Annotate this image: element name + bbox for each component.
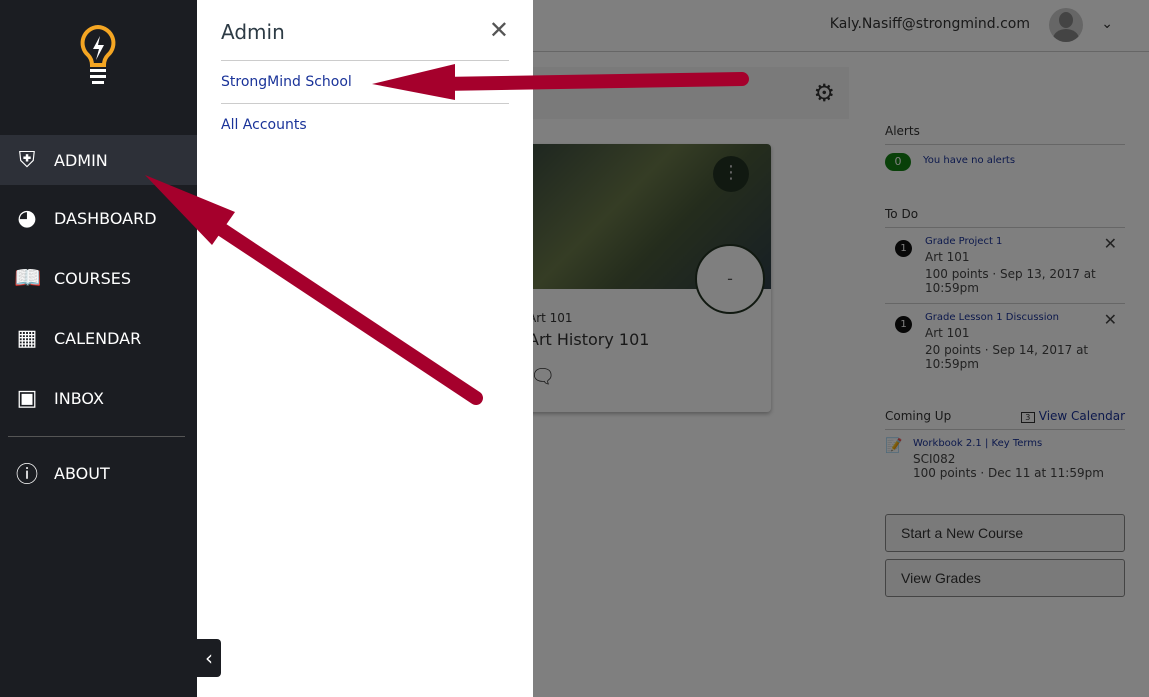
annotation-arrowhead [372,64,455,100]
annotation-arrow [433,72,749,91]
annotation-arrows [145,64,749,405]
annotation-arrow [208,218,483,405]
